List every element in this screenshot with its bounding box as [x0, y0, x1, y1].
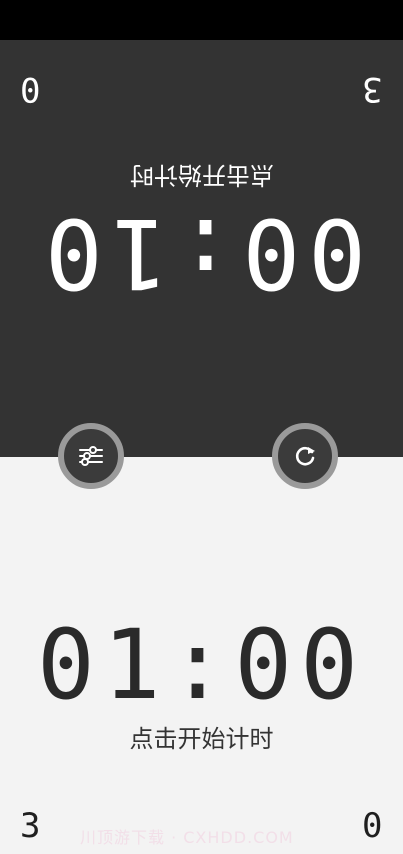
- top-left-score: 0: [20, 69, 41, 109]
- top-timer-display: 00:10: [37, 197, 366, 309]
- bottom-left-score: 3: [20, 806, 41, 846]
- settings-button[interactable]: [58, 423, 124, 489]
- top-start-hint: 点击开始计时: [129, 161, 274, 189]
- top-right-score: 3: [362, 69, 383, 109]
- reset-button[interactable]: [272, 423, 338, 489]
- bottom-timer-display: 01:00: [37, 609, 366, 721]
- player-top-panel[interactable]: 0 3 点击开始计时 00:10: [0, 40, 403, 457]
- sliders-icon: [79, 446, 103, 466]
- watermark: 川顶游下载 · CXHDD.COM: [80, 828, 294, 847]
- bottom-start-hint: 点击开始计时: [129, 725, 274, 753]
- status-bar: [0, 0, 403, 40]
- bottom-right-score: 0: [362, 806, 383, 846]
- refresh-icon: [295, 446, 315, 466]
- player-bottom-panel[interactable]: 01:00 点击开始计时 3 0 川顶游下载 · CXHDD.COM: [0, 457, 403, 854]
